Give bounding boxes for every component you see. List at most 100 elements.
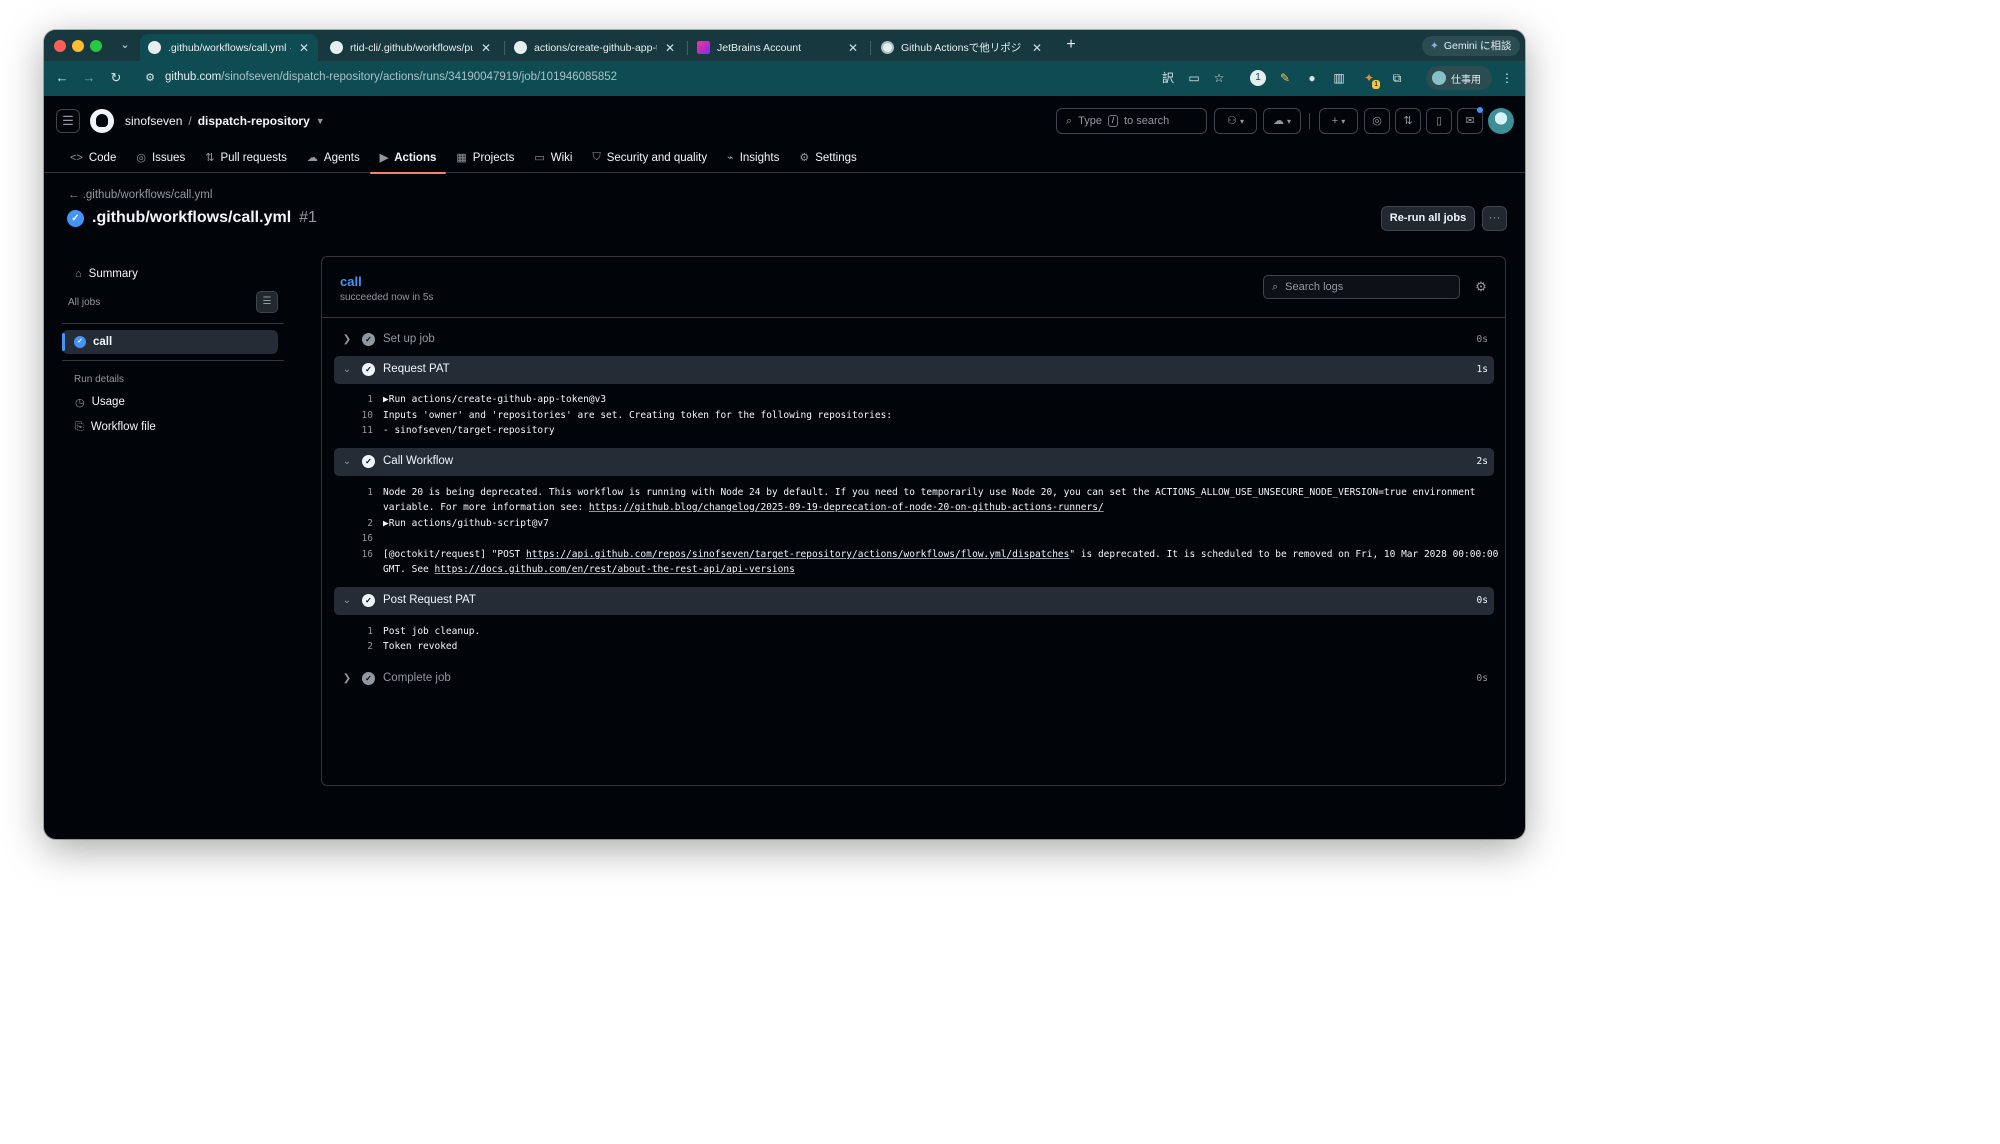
trash-extension-icon[interactable]: ▥	[1331, 70, 1347, 86]
back-arrow-icon[interactable]: ←	[54, 70, 70, 86]
chevron-down-icon: ▾	[1341, 117, 1346, 126]
tab-settings[interactable]: ⚙ Settings	[789, 142, 866, 173]
site-info-icon[interactable]: ⚙	[143, 71, 157, 85]
sidebar-item-workflow-file[interactable]: ⎘ Workflow file	[66, 416, 278, 438]
repo-name-link[interactable]: dispatch-repository	[198, 114, 310, 128]
copilot-agent-button[interactable]: ☁ ▾	[1263, 108, 1301, 134]
step-post-request-pat[interactable]: ⌄ ✓ Post Request PAT 0s	[334, 587, 1494, 615]
browser-tab-5[interactable]: Github Actionsで他リポジトリ ✕	[873, 34, 1051, 61]
address-bar[interactable]: ⚙ github.com/sinofseven/dispatch-reposit…	[137, 65, 1237, 91]
gear-icon[interactable]: ⚙	[1473, 279, 1489, 295]
tab-pull-requests[interactable]: ⇅ Pull requests	[195, 142, 297, 173]
close-tab-icon[interactable]: ✕	[1031, 41, 1043, 55]
search-input[interactable]: ⌕ Type / to search	[1056, 108, 1207, 134]
line-number: 1	[367, 626, 373, 637]
minimize-window-button[interactable]	[72, 40, 84, 52]
more-options-button[interactable]: ···	[1482, 206, 1507, 231]
tab-title: .github/workflows/call.yml · si	[168, 41, 291, 54]
caret-down-icon[interactable]: ▼	[316, 116, 325, 126]
step-call-workflow[interactable]: ⌄ ✓ Call Workflow 2s	[334, 448, 1494, 476]
profile-avatar	[1432, 71, 1446, 85]
tab-agents[interactable]: ☁ Agents	[297, 142, 370, 173]
dispatches-api-link[interactable]: https://api.github.com/repos/sinofseven/…	[526, 549, 1069, 560]
deprecation-changelog-link[interactable]: https://github.blog/changelog/2025-09-19…	[589, 502, 1104, 513]
step-name: Call Workflow	[383, 455, 454, 467]
github-logo-icon[interactable]	[90, 109, 114, 133]
tab-projects[interactable]: ▦ Projects	[446, 142, 524, 173]
new-tab-button[interactable]: +	[1062, 36, 1080, 54]
issues-button[interactable]: ◎	[1364, 108, 1390, 134]
copilot-button[interactable]: ⚇ ▾	[1214, 108, 1257, 134]
tab-label: Insights	[739, 151, 780, 164]
line-text: ▶Run actions/github-script@v7	[383, 518, 549, 529]
cast-icon[interactable]: ▭	[1186, 70, 1202, 86]
job-log-panel: call succeeded now in 5s ⌕ Search logs ⚙…	[321, 256, 1506, 786]
step-duration: 0s	[1476, 673, 1488, 684]
password-manager-icon[interactable]: 1	[1250, 70, 1266, 86]
avatar[interactable]	[1488, 108, 1514, 134]
header-divider	[1309, 113, 1310, 129]
close-window-button[interactable]	[54, 40, 66, 52]
sidebar-item-usage[interactable]: ◷ Usage	[66, 391, 278, 413]
line-text: Post job cleanup.	[383, 626, 481, 637]
tab-code[interactable]: <> Code	[60, 142, 126, 173]
browser-menu-icon[interactable]: ⋮	[1501, 70, 1513, 86]
filter-icon[interactable]: ☰	[256, 291, 278, 313]
repo-owner-link[interactable]: sinofseven	[125, 114, 182, 128]
line-number: 1	[367, 487, 373, 498]
forward-arrow-icon[interactable]: →	[81, 70, 97, 86]
reload-icon[interactable]: ↻	[108, 70, 124, 86]
file-code-icon: ⎘	[75, 420, 84, 433]
sidebar-item-job-call[interactable]: ✓ call	[62, 330, 278, 354]
close-tab-icon[interactable]: ✕	[298, 41, 310, 55]
step-request-pat[interactable]: ⌄ ✓ Request PAT 1s	[334, 356, 1494, 384]
run-details-heading: Run details	[74, 374, 125, 385]
tab-title: JetBrains Account	[717, 41, 802, 54]
back-to-workflow-link[interactable]: ← .github/workflows/call.yml	[68, 189, 212, 201]
search-logs-input[interactable]: ⌕ Search logs	[1263, 275, 1460, 299]
line-number: 11	[361, 425, 373, 436]
maximize-window-button[interactable]	[90, 40, 102, 52]
browser-tab-2[interactable]: rtid-cli/.github/workflows/pub ✕	[322, 34, 500, 61]
globe-icon	[881, 41, 894, 54]
browser-tab-3[interactable]: actions/create-github-app-to ✕	[506, 34, 684, 61]
tab-search-chevron-icon[interactable]: ⌄	[118, 37, 132, 53]
tab-label: Security and quality	[606, 151, 708, 164]
plus-icon: +	[1331, 115, 1339, 127]
repositories-button[interactable]: ▯	[1426, 108, 1452, 134]
close-tab-icon[interactable]: ✕	[480, 41, 492, 55]
gemini-button[interactable]: ✦ Gemini に相談	[1422, 36, 1520, 56]
tab-issues[interactable]: ◎ Issues	[126, 142, 195, 173]
sidebar-item-summary[interactable]: ⌂ Summary	[66, 261, 278, 287]
tab-actions[interactable]: ▶ Actions	[369, 142, 447, 174]
step-set-up-job[interactable]: ❯ ✓ Set up job 0s	[334, 326, 1494, 354]
step-complete-job[interactable]: ❯ ✓ Complete job 0s	[334, 665, 1494, 693]
close-tab-icon[interactable]: ✕	[847, 41, 859, 55]
browser-tab-1[interactable]: .github/workflows/call.yml · si ✕	[140, 34, 318, 61]
github-icon	[330, 41, 343, 54]
key-extension-icon[interactable]: ✎	[1277, 70, 1293, 86]
line-text-segment: [@octokit/request] "POST	[383, 549, 526, 560]
profile-button[interactable]: 仕事用	[1426, 66, 1492, 90]
rerun-all-jobs-button[interactable]: Re-run all jobs	[1381, 206, 1475, 231]
url-path: /sinofseven/dispatch-repository/actions/…	[221, 71, 618, 83]
menu-icon[interactable]: ☰	[56, 109, 80, 133]
extension-badge-icon[interactable]: ✦ 1	[1361, 70, 1380, 89]
puzzle-extensions-icon[interactable]: ⧉	[1389, 70, 1405, 86]
url-text[interactable]: github.com/sinofseven/dispatch-repositor…	[165, 71, 617, 83]
robot-extension-icon[interactable]: ●	[1304, 70, 1320, 86]
create-new-button[interactable]: + ▾	[1319, 108, 1358, 134]
api-versions-docs-link[interactable]: https://docs.github.com/en/rest/about-th…	[434, 564, 794, 575]
bookmark-star-icon[interactable]: ☆	[1211, 70, 1227, 86]
close-tab-icon[interactable]: ✕	[664, 41, 676, 55]
stopwatch-icon: ◷	[75, 396, 85, 409]
tab-security[interactable]: ⛉ Security and quality	[582, 142, 717, 173]
translate-icon[interactable]: 訳	[1160, 70, 1176, 86]
browser-tab-4[interactable]: JetBrains Account ✕	[689, 34, 867, 61]
line-number: 2	[367, 518, 373, 529]
chevron-down-icon: ⌄	[342, 364, 352, 375]
pull-requests-button[interactable]: ⇅	[1395, 108, 1421, 134]
tab-wiki[interactable]: ▭ Wiki	[524, 142, 582, 173]
back-link-label: .github/workflows/call.yml	[82, 189, 213, 201]
tab-insights[interactable]: ⌁ Insights	[717, 142, 789, 173]
